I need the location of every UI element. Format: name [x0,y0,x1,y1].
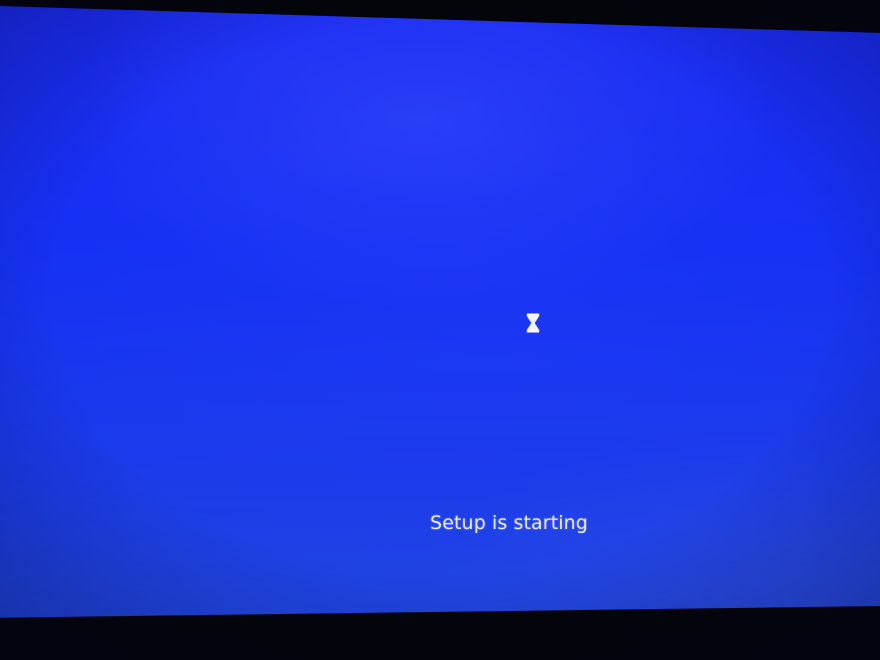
hourglass-icon [526,313,540,333]
monitor-photo: Setup is starting [0,0,880,660]
setup-status-text: Setup is starting [430,512,588,534]
